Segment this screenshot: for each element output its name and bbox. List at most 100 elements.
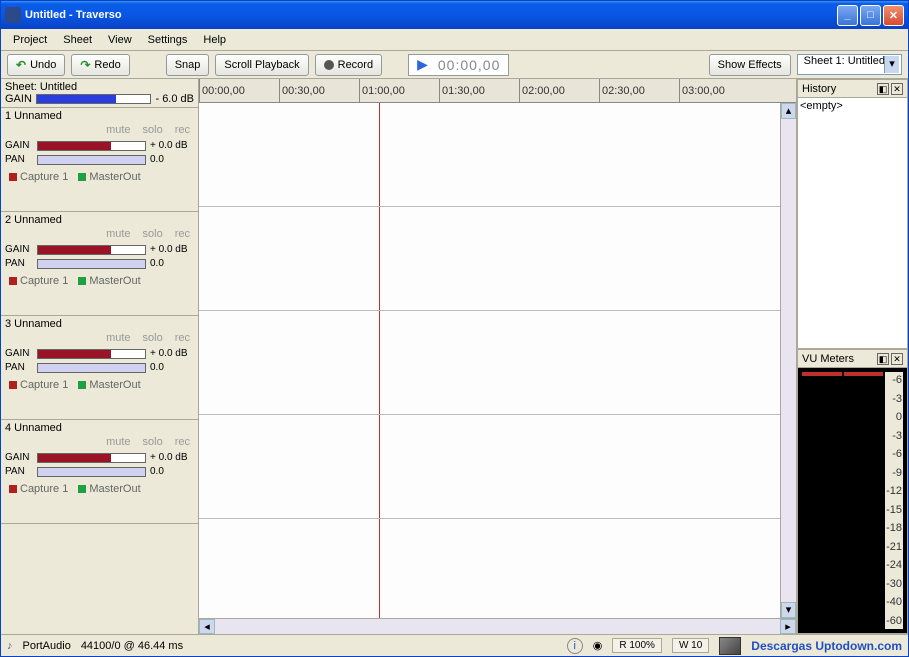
track-panel: Sheet: Untitled GAIN - 6.0 dB 1 Unnamedm… xyxy=(1,79,199,634)
play-icon[interactable]: ▶ xyxy=(417,56,428,73)
sheet-gain-slider[interactable] xyxy=(36,94,152,104)
track-output-port[interactable]: MasterOut xyxy=(78,483,140,495)
menu-help[interactable]: Help xyxy=(195,32,234,48)
minimize-button[interactable]: _ xyxy=(837,5,858,26)
tracks-canvas[interactable] xyxy=(199,103,796,618)
redo-arrow-icon: ↷ xyxy=(80,58,90,72)
horizontal-scroll-track[interactable] xyxy=(215,619,780,634)
info-icon[interactable]: i xyxy=(567,638,583,654)
track-input-port[interactable]: Capture 1 xyxy=(9,275,68,287)
track-rec-button[interactable]: rec xyxy=(175,228,190,240)
track-gain-value: + 0.0 dB xyxy=(150,348,194,359)
input-icon xyxy=(9,173,17,181)
track-name[interactable]: 4 Unnamed xyxy=(5,422,194,434)
time-ruler[interactable]: 00:00,0000:30,0001:00,0001:30,0002:00,00… xyxy=(199,79,796,103)
track-rec-button[interactable]: rec xyxy=(175,436,190,448)
track-input-port[interactable]: Capture 1 xyxy=(9,483,68,495)
track-rec-button[interactable]: rec xyxy=(175,124,190,136)
dock-float-icon[interactable]: ◧ xyxy=(877,83,889,95)
track-name[interactable]: 2 Unnamed xyxy=(5,214,194,226)
dock-close-icon[interactable]: ✕ xyxy=(891,353,903,365)
sheet-gain-label: GAIN xyxy=(5,93,32,105)
track-pan-value: 0.0 xyxy=(150,362,194,373)
snap-button[interactable]: Snap xyxy=(166,54,210,76)
track-gain-label: GAIN xyxy=(5,244,33,255)
zoom-w[interactable]: W 10 xyxy=(672,638,709,653)
track-header: 4 UnnamedmutesolorecGAIN+ 0.0 dBPAN0.0Ca… xyxy=(1,420,198,524)
vumeters-title: VU Meters xyxy=(802,353,875,365)
note-icon: ♪ xyxy=(7,640,13,652)
track-input-port[interactable]: Capture 1 xyxy=(9,379,68,391)
track-gain-slider[interactable] xyxy=(37,245,146,255)
redo-button[interactable]: ↷Redo xyxy=(71,54,129,76)
track-output-port[interactable]: MasterOut xyxy=(78,379,140,391)
cd-icon[interactable]: ◉ xyxy=(593,639,603,652)
scroll-playback-button[interactable]: Scroll Playback xyxy=(215,54,308,76)
track-name[interactable]: 1 Unnamed xyxy=(5,110,194,122)
time-tick: 00:30,00 xyxy=(279,79,325,102)
zoom-r[interactable]: R 100% xyxy=(612,638,662,653)
scroll-down-icon[interactable]: ▾ xyxy=(781,602,796,618)
track-gain-slider[interactable] xyxy=(37,349,146,359)
record-button[interactable]: Record xyxy=(315,54,382,76)
track-name[interactable]: 3 Unnamed xyxy=(5,318,194,330)
track-input-port[interactable]: Capture 1 xyxy=(9,171,68,183)
scroll-left-icon[interactable]: ◂ xyxy=(199,619,215,634)
vu-scale-tick: -21 xyxy=(886,541,902,553)
scroll-right-icon[interactable]: ▸ xyxy=(780,619,796,634)
record-icon xyxy=(324,60,334,70)
dock-close-icon[interactable]: ✕ xyxy=(891,83,903,95)
track-lane[interactable] xyxy=(199,207,796,311)
track-pan-slider[interactable] xyxy=(37,363,146,373)
vu-scale: -6-30-3-6-9-12-15-18-21-24-30-40-60 xyxy=(885,372,903,629)
track-solo-button[interactable]: solo xyxy=(143,228,163,240)
menu-project[interactable]: Project xyxy=(5,32,55,48)
vu-scale-tick: -6 xyxy=(886,374,902,386)
vu-scale-tick: -24 xyxy=(886,559,902,571)
track-pan-slider[interactable] xyxy=(37,155,146,165)
scroll-up-icon[interactable]: ▴ xyxy=(781,103,796,119)
track-solo-button[interactable]: solo xyxy=(143,124,163,136)
track-solo-button[interactable]: solo xyxy=(143,332,163,344)
track-pan-value: 0.0 xyxy=(150,154,194,165)
track-header: 1 UnnamedmutesolorecGAIN+ 0.0 dBPAN0.0Ca… xyxy=(1,108,198,212)
titlebar[interactable]: Untitled - Traverso _ □ ✕ xyxy=(1,1,908,29)
track-pan-slider[interactable] xyxy=(37,467,146,477)
vu-scale-tick: -15 xyxy=(886,504,902,516)
menu-sheet[interactable]: Sheet xyxy=(55,32,100,48)
vertical-scroll-track[interactable] xyxy=(781,119,796,602)
history-list[interactable]: <empty> xyxy=(798,98,907,348)
track-mute-button[interactable]: mute xyxy=(106,332,130,344)
track-pan-slider[interactable] xyxy=(37,259,146,269)
show-effects-button[interactable]: Show Effects xyxy=(709,54,791,76)
vu-scale-tick: -6 xyxy=(886,448,902,460)
track-lane[interactable] xyxy=(199,103,796,207)
maximize-button[interactable]: □ xyxy=(860,5,881,26)
track-solo-button[interactable]: solo xyxy=(143,436,163,448)
track-mute-button[interactable]: mute xyxy=(106,228,130,240)
track-mute-button[interactable]: mute xyxy=(106,436,130,448)
track-lane[interactable] xyxy=(199,311,796,415)
dock-float-icon[interactable]: ◧ xyxy=(877,353,889,365)
track-output-port[interactable]: MasterOut xyxy=(78,275,140,287)
vertical-scrollbar[interactable]: ▴ ▾ xyxy=(780,103,796,618)
track-mute-button[interactable]: mute xyxy=(106,124,130,136)
horizontal-scrollbar[interactable]: ◂ ▸ xyxy=(199,618,796,634)
vu-scale-tick: -18 xyxy=(886,522,902,534)
track-rec-button[interactable]: rec xyxy=(175,332,190,344)
track-output-port[interactable]: MasterOut xyxy=(78,171,140,183)
sheet-name: Sheet: Untitled xyxy=(5,81,194,93)
track-gain-slider[interactable] xyxy=(37,141,146,151)
vu-scale-tick: -60 xyxy=(886,615,902,627)
menu-settings[interactable]: Settings xyxy=(140,32,196,48)
menu-view[interactable]: View xyxy=(100,32,140,48)
track-gain-slider[interactable] xyxy=(37,453,146,463)
vu-scale-tick: -3 xyxy=(886,393,902,405)
track-lane[interactable] xyxy=(199,415,796,519)
undo-button[interactable]: ↶Undo xyxy=(7,54,65,76)
sheet-selector[interactable]: Sheet 1: Untitled xyxy=(797,54,902,75)
close-button[interactable]: ✕ xyxy=(883,5,904,26)
track-header: 3 UnnamedmutesolorecGAIN+ 0.0 dBPAN0.0Ca… xyxy=(1,316,198,420)
timeline-area: 00:00,0000:30,0001:00,0001:30,0002:00,00… xyxy=(199,79,796,634)
track-gain-value: + 0.0 dB xyxy=(150,244,194,255)
